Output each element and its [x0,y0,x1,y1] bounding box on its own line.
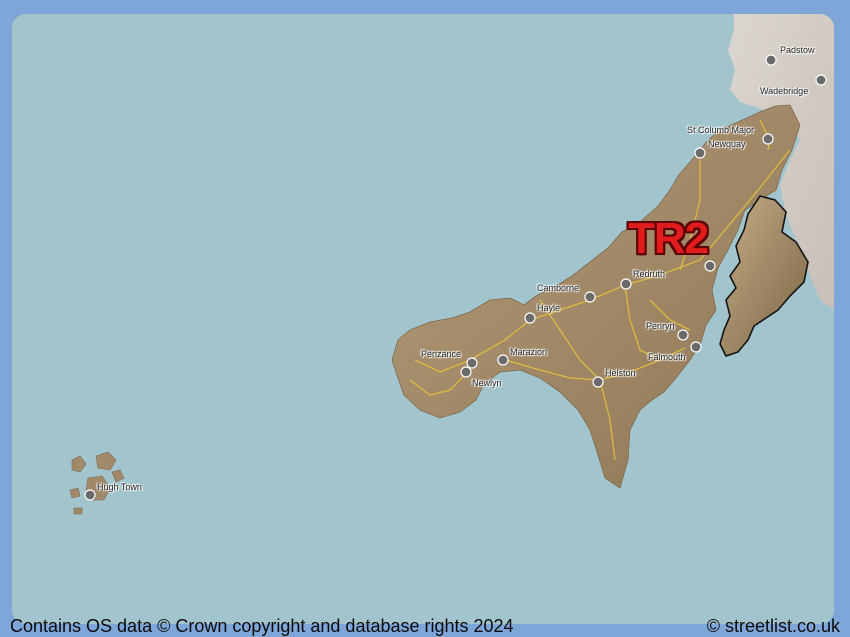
town-dot-newquay[interactable] [694,147,706,159]
town-dot-hugh-town[interactable] [84,489,96,501]
town-label-falmouth: Falmouth [648,352,686,362]
town-dot-padstow[interactable] [765,54,777,66]
footer: Contains OS data © Crown copyright and d… [0,616,850,637]
town-dot-falmouth[interactable] [690,341,702,353]
town-dot-st-columb-major[interactable] [762,133,774,145]
brand-text: © streetlist.co.uk [706,616,840,636]
attribution-text: Contains OS data © Crown copyright and d… [10,616,514,636]
map-canvas [12,14,834,624]
map-view[interactable]: Padstow Wadebridge St Columb Major Newqu… [12,14,834,624]
town-dot-redruth[interactable] [620,278,632,290]
town-dot-penryn[interactable] [677,329,689,341]
town-dot-newlyn[interactable] [460,366,472,378]
town-label-camborne: Camborne [537,283,580,293]
town-label-redruth: Redruth [633,269,666,279]
sea-area [12,14,834,624]
town-label-penzance: Penzance [421,349,462,359]
town-dot-camborne[interactable] [584,291,596,303]
district-code-label: TR2 [628,214,709,263]
town-label-hugh-town: Hugh Town [97,482,142,492]
town-dot-penzance[interactable] [466,357,478,369]
town-dot-wadebridge[interactable] [815,74,827,86]
town-label-st-columb-major: St Columb Major [687,125,755,135]
town-label-penryn: Penryn [646,321,675,331]
town-label-hayle: Hayle [537,303,561,313]
town-dot-hayle[interactable] [524,312,536,324]
town-dot-helston[interactable] [592,376,604,388]
town-label-marazion: Marazion [510,347,548,357]
town-dot-marazion[interactable] [497,354,509,366]
town-label-padstow: Padstow [780,45,815,55]
town-label-helston: Helston [605,368,636,378]
town-label-wadebridge: Wadebridge [760,86,809,96]
town-label-newquay: Newquay [708,139,746,149]
town-label-newlyn: Newlyn [472,378,502,388]
